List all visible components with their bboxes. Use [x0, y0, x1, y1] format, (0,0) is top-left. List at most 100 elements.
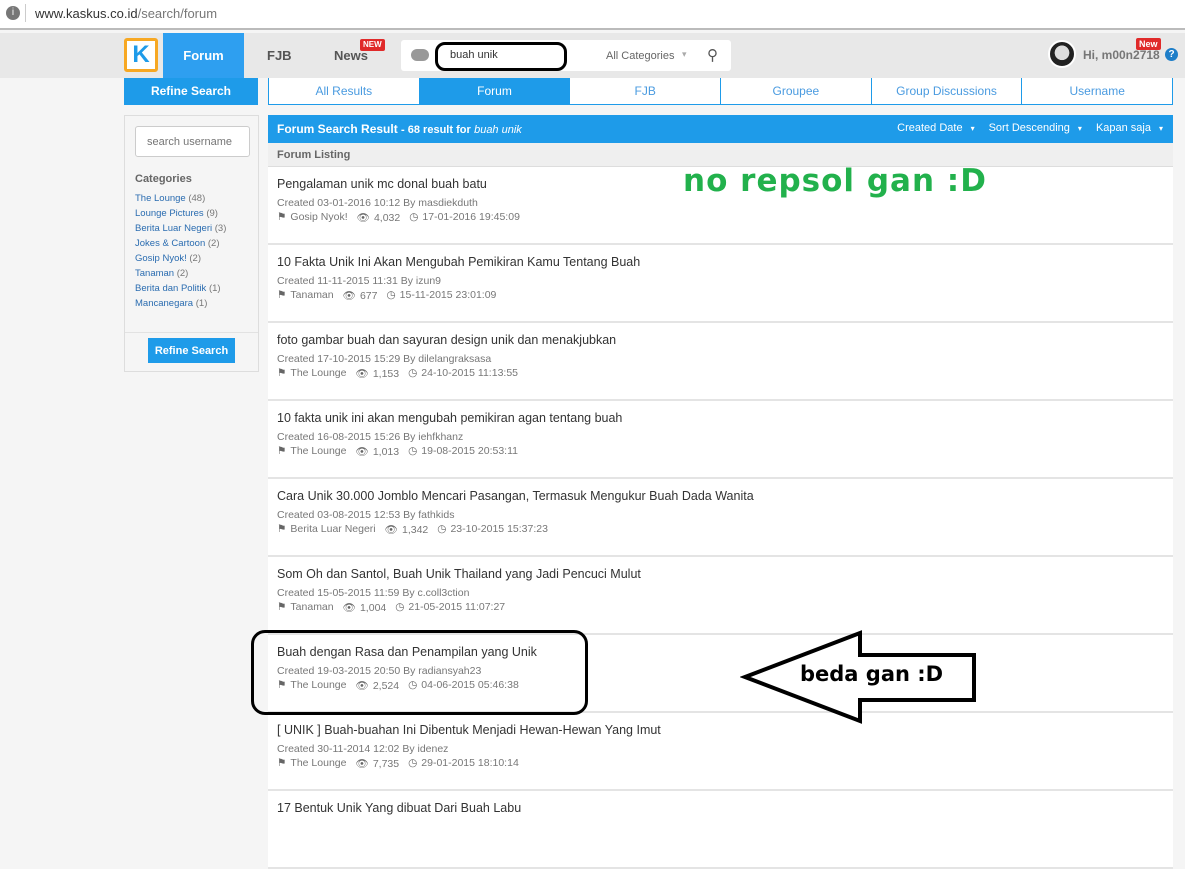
clock-icon: ◷ — [437, 523, 447, 535]
tag-icon: ⚑ — [277, 367, 287, 379]
avatar[interactable] — [1048, 40, 1076, 68]
thread-last-post: 23-10-2015 15:37:23 — [450, 523, 548, 535]
result-title: Forum Search Result — [277, 122, 398, 136]
nav-fjb[interactable]: FJB — [267, 33, 292, 78]
clock-icon: ◷ — [386, 289, 396, 301]
tab-username[interactable]: Username — [1022, 78, 1172, 104]
clock-icon: ◷ — [408, 367, 418, 379]
tab-all-results[interactable]: All Results — [269, 78, 420, 104]
list-item: 10 Fakta Unik Ini Akan Mengubah Pemikira… — [268, 245, 1173, 323]
category-select[interactable]: All Categories — [606, 50, 674, 62]
thread-title[interactable]: 17 Bentuk Unik Yang dibuat Dari Buah Lab… — [277, 801, 1164, 816]
category-item[interactable]: Berita dan Politik (1) — [135, 281, 226, 296]
clock-icon: ◷ — [395, 601, 405, 613]
thread-category[interactable]: The Lounge — [290, 367, 346, 379]
thread-last-post: 29-01-2015 18:10:14 — [421, 757, 519, 769]
clock-icon: ◷ — [409, 211, 419, 223]
divider — [125, 332, 258, 333]
search-username-input[interactable] — [135, 126, 250, 157]
browser-address-bar[interactable]: i www.kaskus.co.id/search/forum — [0, 0, 1185, 30]
category-name[interactable]: Jokes & Cartoon — [135, 238, 205, 249]
sort-order-dropdown[interactable]: Sort Descending ▾ — [989, 122, 1082, 134]
time-range-dropdown[interactable]: Kapan saja ▾ — [1096, 122, 1163, 134]
thread-category[interactable]: Gosip Nyok! — [290, 211, 347, 223]
url-text[interactable]: www.kaskus.co.id/search/forum — [35, 6, 217, 21]
eye-icon: 👁 — [355, 758, 369, 770]
news-new-badge: NEW — [360, 39, 385, 51]
tag-icon: ⚑ — [277, 211, 287, 223]
category-name[interactable]: Tanaman — [135, 268, 174, 279]
eye-icon: 👁 — [384, 524, 398, 536]
thread-category[interactable]: Berita Luar Negeri — [290, 523, 375, 535]
tab-fjb[interactable]: FJB — [570, 78, 722, 104]
category-item[interactable]: Lounge Pictures (9) — [135, 206, 226, 221]
kaskus-logo[interactable]: K — [124, 38, 158, 72]
user-greeting[interactable]: Hi, m00n2718 — [1083, 48, 1160, 62]
thread-title[interactable]: 10 Fakta Unik Ini Akan Mengubah Pemikira… — [277, 255, 1164, 270]
category-name[interactable]: Lounge Pictures — [135, 208, 204, 219]
category-count: (3) — [214, 223, 227, 234]
help-icon[interactable]: ? — [1165, 48, 1178, 61]
chat-cloud-icon[interactable] — [411, 49, 429, 61]
thread-last-post: 24-10-2015 11:13:55 — [421, 367, 519, 379]
thread-created: Created 16-08-2015 15:26 By iehfkhanz — [277, 431, 464, 443]
category-count: (1) — [195, 298, 208, 309]
list-item: Som Oh dan Santol, Buah Unik Thailand ya… — [268, 557, 1173, 635]
annotation-green-text: no repsol gan :D — [683, 163, 987, 199]
category-count: (48) — [188, 193, 206, 204]
annotation-search-highlight — [435, 42, 567, 71]
tab-group-discussions[interactable]: Group Discussions — [872, 78, 1023, 104]
thread-title[interactable]: Som Oh dan Santol, Buah Unik Thailand ya… — [277, 567, 1164, 582]
category-item[interactable]: Jokes & Cartoon (2) — [135, 236, 226, 251]
category-item[interactable]: Tanaman (2) — [135, 266, 226, 281]
search-icon[interactable]: ⚲ — [707, 46, 718, 64]
category-item[interactable]: Berita Luar Negeri (3) — [135, 221, 226, 236]
tag-icon: ⚑ — [277, 445, 287, 457]
category-name[interactable]: Berita Luar Negeri — [135, 223, 212, 234]
category-item[interactable]: Gosip Nyok! (2) — [135, 251, 226, 266]
sort-field-dropdown[interactable]: Created Date ▾ — [897, 122, 974, 134]
site-info-icon[interactable]: i — [6, 6, 20, 20]
thread-created: Created 15-05-2015 11:59 By c.coll3ction — [277, 587, 470, 599]
category-count: (9) — [206, 208, 218, 219]
thread-title[interactable]: [ UNIK ] Buah-buahan Ini Dibentuk Menjad… — [277, 723, 1164, 738]
thread-title[interactable]: foto gambar buah dan sayuran design unik… — [277, 333, 1164, 348]
category-name[interactable]: Berita dan Politik — [135, 283, 206, 294]
annotation-arrow-text: beda gan :D — [800, 662, 944, 686]
category-list: The Lounge (48) Lounge Pictures (9) Berita… — [135, 191, 226, 311]
thread-title[interactable]: 10 fakta unik ini akan mengubah pemikira… — [277, 411, 1164, 426]
tag-icon: ⚑ — [277, 601, 287, 613]
thread-created: Created 30-11-2014 12:02 By idenez — [277, 743, 449, 755]
divider — [25, 4, 26, 22]
category-count: (2) — [189, 253, 202, 264]
category-name[interactable]: Mancanegara — [135, 298, 193, 309]
eye-icon: 👁 — [355, 446, 369, 458]
list-item: 17 Bentuk Unik Yang dibuat Dari Buah Lab… — [268, 791, 1173, 869]
thread-views: 1,004 — [359, 602, 387, 614]
thread-category[interactable]: The Lounge — [290, 445, 346, 457]
thread-title[interactable]: Cara Unik 30.000 Jomblo Mencari Pasangan… — [277, 489, 1164, 504]
thread-last-post: 19-08-2015 20:53:11 — [421, 445, 519, 457]
list-item: foto gambar buah dan sayuran design unik… — [268, 323, 1173, 401]
category-item[interactable]: Mancanegara (1) — [135, 296, 226, 311]
tab-groupee[interactable]: Groupee — [721, 78, 872, 104]
category-item[interactable]: The Lounge (48) — [135, 191, 226, 206]
chevron-down-icon: ▾ — [970, 124, 975, 133]
nav-forum[interactable]: Forum — [163, 33, 244, 78]
category-name[interactable]: Gosip Nyok! — [135, 253, 187, 264]
thread-category[interactable]: Tanaman — [290, 601, 333, 613]
chevron-down-icon: ▾ — [682, 49, 687, 59]
category-name[interactable]: The Lounge — [135, 193, 186, 204]
thread-category[interactable]: Tanaman — [290, 289, 333, 301]
refine-search-button[interactable]: Refine Search — [148, 338, 235, 363]
result-header: Forum Search Result - 68 result for buah… — [268, 115, 1173, 143]
thread-category[interactable]: The Lounge — [290, 757, 346, 769]
refine-sidebar: Categories The Lounge (48)Lounge Picture… — [124, 115, 259, 372]
category-count: (1) — [208, 283, 221, 294]
eye-icon: 👁 — [342, 602, 356, 614]
result-list: Pengalaman unik mc donal buah batu Create… — [268, 167, 1173, 869]
thread-views: 4,032 — [373, 212, 401, 224]
refine-search-header: Refine Search — [124, 78, 258, 105]
category-count: (2) — [176, 268, 189, 279]
tab-forum[interactable]: Forum — [419, 78, 571, 104]
